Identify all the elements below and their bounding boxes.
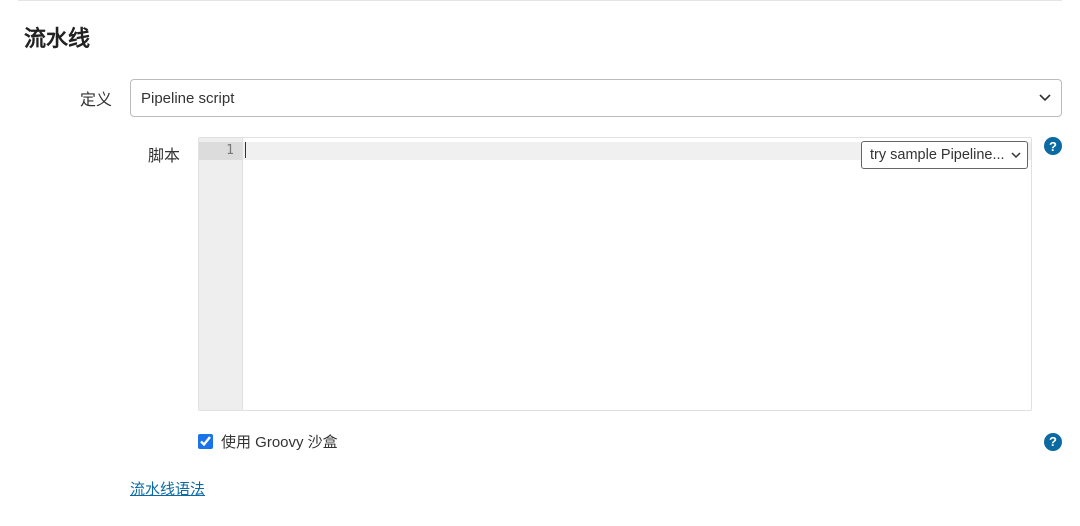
groovy-sandbox-checkbox[interactable] <box>198 434 213 449</box>
definition-label: 定义 <box>18 86 130 110</box>
code-area[interactable] <box>243 138 1031 410</box>
section-title-pipeline: 流水线 <box>24 15 1062 53</box>
sample-pipeline-select[interactable]: try sample Pipeline... <box>861 141 1028 169</box>
definition-row: 定义 Pipeline script <box>18 79 1062 117</box>
pipeline-syntax-link[interactable]: 流水线语法 <box>130 481 205 498</box>
editor-gutter: 1 <box>199 138 243 410</box>
script-row: 脚本 1 try sample Pipeline... ? <box>18 137 1062 411</box>
groovy-sandbox-label: 使用 Groovy 沙盒 <box>221 431 338 452</box>
script-editor[interactable]: 1 try sample Pipeline... <box>198 137 1032 411</box>
cursor <box>245 142 246 158</box>
line-number: 1 <box>199 142 242 160</box>
help-icon[interactable]: ? <box>1044 433 1062 451</box>
help-icon[interactable]: ? <box>1044 137 1062 155</box>
definition-select[interactable]: Pipeline script <box>130 79 1062 117</box>
sandbox-row: 使用 Groovy 沙盒 ? <box>18 431 1062 452</box>
script-label: 脚本 <box>18 137 198 411</box>
